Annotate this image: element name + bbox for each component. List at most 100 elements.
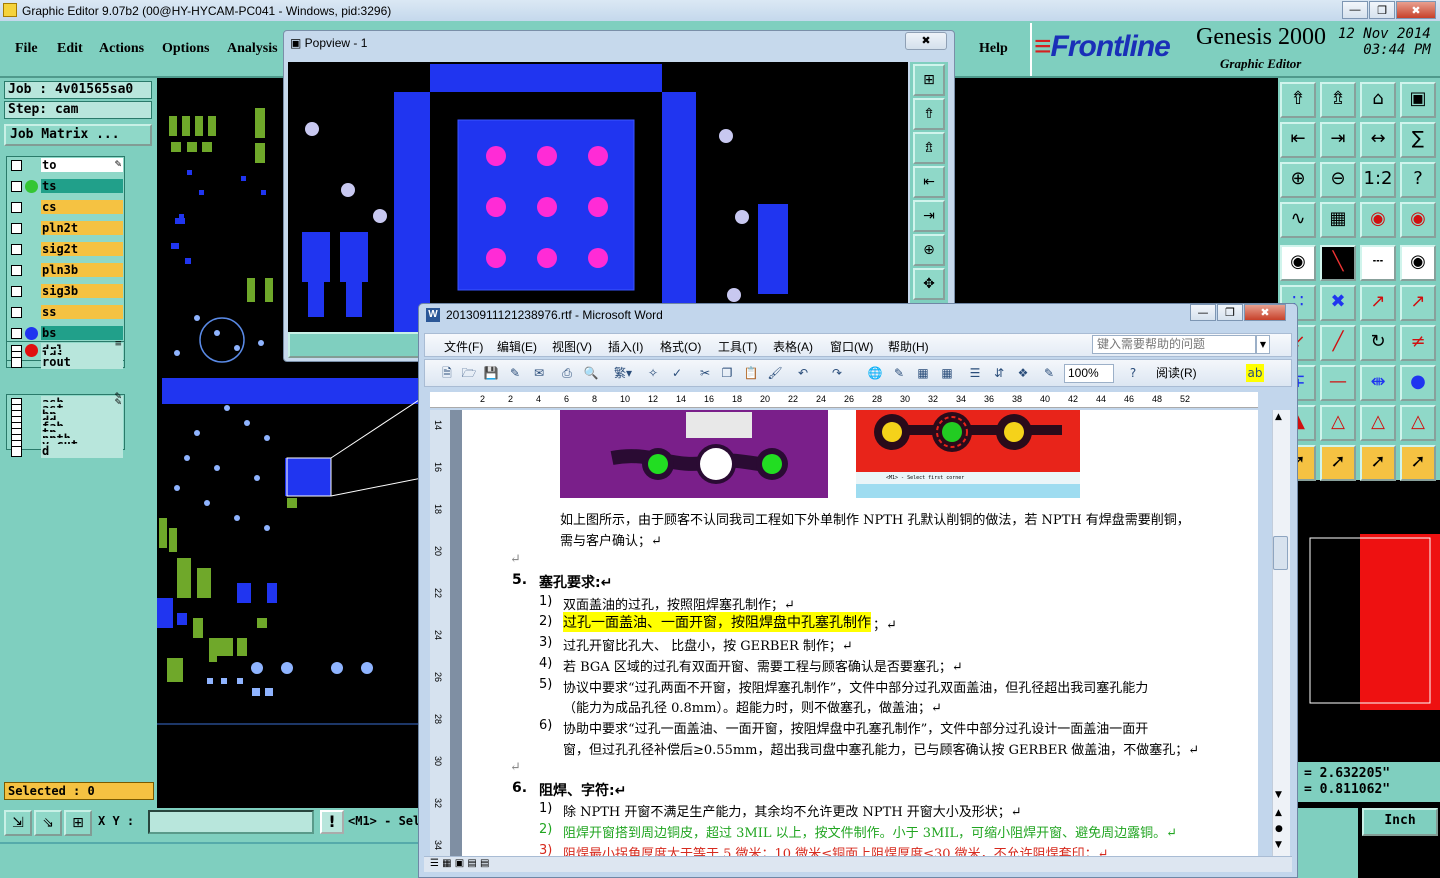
undo-icon[interactable]: ↶ xyxy=(794,364,812,382)
layer-row-ast[interactable]: ast✎ xyxy=(7,398,124,416)
triangle-alt-icon[interactable]: △ xyxy=(1360,405,1396,441)
connect-alt-icon[interactable]: ↗ xyxy=(1400,285,1436,321)
layer-checkbox[interactable] xyxy=(11,357,22,368)
connect-icon[interactable]: ↗ xyxy=(1360,285,1396,321)
triangle-blue-icon[interactable]: △ xyxy=(1400,405,1436,441)
word-menu-table[interactable]: 表格(A) xyxy=(773,338,813,355)
doc-map-icon[interactable]: ❖ xyxy=(1014,364,1032,382)
layer-name[interactable]: ts xyxy=(41,179,123,193)
popview-pan-icon[interactable]: ✥ xyxy=(913,268,945,300)
layer-row-pln3b[interactable]: pln3b xyxy=(7,262,124,278)
zoom-area-icon[interactable]: ⇘ xyxy=(34,810,62,836)
word-menu-insert[interactable]: 插入(I) xyxy=(608,338,643,355)
layer-row-rout[interactable]: rout xyxy=(7,354,124,369)
format-painter-icon[interactable]: 🖌 xyxy=(766,364,784,382)
slash-icon[interactable]: ╱ xyxy=(1320,325,1356,361)
menu-options[interactable]: Options xyxy=(162,41,209,57)
document-page[interactable]: <M1> - Select first corner 如上图所示，由于顾客不认同… xyxy=(462,410,1258,856)
grid-icon[interactable]: ⊞ xyxy=(64,810,92,836)
zoom-select[interactable]: 100% xyxy=(1064,364,1114,383)
popview-close-button[interactable]: ✖ xyxy=(905,32,947,50)
trad-chinese-icon[interactable]: 繁▾ xyxy=(610,364,636,382)
word-menu-file[interactable]: 文件(F) xyxy=(444,338,483,355)
menu-help[interactable]: Help xyxy=(979,41,1008,57)
zoom-out-icon[interactable]: ⊖ xyxy=(1320,162,1356,198)
copy-icon[interactable]: ❐ xyxy=(718,364,736,382)
layer-row-v-cut[interactable]: v-cut xyxy=(7,437,124,452)
research-icon[interactable]: ✧ xyxy=(644,364,662,382)
xy-input[interactable] xyxy=(148,810,314,834)
popview-zoom-icon[interactable]: ⊞ xyxy=(913,64,945,96)
horizontal-ruler[interactable]: 2 2 4 6 8 10 12 14 16 18 20 22 24 26 28 30 32 34 36 38 40 42 4… xyxy=(430,392,1258,408)
save-icon[interactable]: 💾 xyxy=(482,364,500,382)
insert-excel-icon[interactable]: ▦ xyxy=(938,364,956,382)
split-icon[interactable]: ≠ xyxy=(1400,325,1436,361)
layer-row-bs[interactable]: bs xyxy=(7,325,124,341)
shapes-icon[interactable]: ● xyxy=(1400,365,1436,401)
tables-borders-icon[interactable]: ✎ xyxy=(890,364,908,382)
net-red-alt-icon[interactable]: ◉ xyxy=(1400,202,1436,238)
chevron-down-icon[interactable]: ▼ xyxy=(1256,335,1270,354)
layer-checkbox[interactable] xyxy=(11,244,22,255)
scrollbar-thumb[interactable] xyxy=(1273,536,1288,570)
popview-left-icon[interactable]: ⇤ xyxy=(913,166,945,198)
layer-row-dd[interactable]: dd xyxy=(7,413,124,428)
line-tool-icon[interactable]: ╲ xyxy=(1320,245,1356,281)
select-icon[interactable]: ➚ xyxy=(1320,445,1356,481)
menu-analysis[interactable]: Analysis xyxy=(227,41,278,57)
word-menu-format[interactable]: 格式(O) xyxy=(660,338,701,355)
measure-icon[interactable]: ∿ xyxy=(1280,202,1316,238)
restore-button[interactable]: ❐ xyxy=(1369,1,1395,19)
open-icon[interactable]: 🗁 xyxy=(460,364,478,382)
menu-actions[interactable]: Actions xyxy=(99,41,144,57)
show-hide-icon[interactable]: ✎ xyxy=(1040,364,1058,382)
cut-icon[interactable]: ✂ xyxy=(696,364,714,382)
layer-row-sig2t[interactable]: sig2t xyxy=(7,241,124,257)
bracket-icon[interactable]: ⇼ xyxy=(1360,365,1396,401)
view-buttons-icon[interactable]: ☰ ▦ ▣ ▤ ▤ xyxy=(430,858,489,869)
scroll-up-icon[interactable]: ▲ xyxy=(1275,412,1282,422)
layer-name[interactable]: cs xyxy=(41,200,123,214)
layer-checkbox[interactable] xyxy=(11,307,22,318)
scroll-down-icon[interactable]: ▼ xyxy=(1275,790,1282,800)
read-mode-button[interactable]: 阅读(R) xyxy=(1156,364,1197,381)
new-doc-icon[interactable]: 🗎 xyxy=(438,364,456,382)
zoom-in-icon[interactable]: ⊕ xyxy=(1280,162,1316,198)
layer-checkbox[interactable] xyxy=(11,202,22,213)
layer-row-asb[interactable]: asb✎ xyxy=(7,392,124,410)
columns-icon[interactable]: ☰ xyxy=(966,364,984,382)
word-close-button[interactable]: ✖ xyxy=(1244,304,1286,321)
popview-down-icon[interactable]: ⇯ xyxy=(913,132,945,164)
rotate-icon[interactable]: ↻ xyxy=(1360,325,1396,361)
insert-table-icon[interactable]: ▦ xyxy=(914,364,932,382)
minimize-button[interactable]: — xyxy=(1342,1,1368,19)
layer-name[interactable]: sig3b xyxy=(41,284,123,298)
layer-row-pln2t[interactable]: pln2t xyxy=(7,220,124,236)
layer-row-d[interactable]: d xyxy=(7,443,124,458)
ruler-icon[interactable]: ┄ xyxy=(1360,245,1396,281)
route-icon[interactable]: ➚ xyxy=(1400,445,1436,481)
layer-row-to[interactable]: to ✎ xyxy=(7,157,124,173)
word-menu-tools[interactable]: 工具(T) xyxy=(718,338,757,355)
layer-row-ts[interactable]: ts xyxy=(7,178,124,194)
spelling-icon[interactable]: ✓ xyxy=(668,364,686,382)
menu-file[interactable]: File xyxy=(15,41,38,57)
layer-checkbox[interactable] xyxy=(11,223,22,234)
popview-right-icon[interactable]: ⇥ xyxy=(913,200,945,232)
move-left-icon[interactable]: ⇤ xyxy=(1280,122,1316,158)
layer-row-bp[interactable]: bp xyxy=(7,407,124,422)
layer-row-drl[interactable]: drl≡ xyxy=(7,339,124,357)
popview-fit-icon[interactable]: ⊕ xyxy=(913,234,945,266)
layer-checkbox[interactable] xyxy=(11,446,22,457)
word-menu-edit[interactable]: 编辑(E) xyxy=(497,338,537,355)
hyperlink-icon[interactable]: 🌐 xyxy=(866,364,884,382)
triangle-icon[interactable]: △ xyxy=(1320,405,1356,441)
layer-row-cs[interactable]: cs xyxy=(7,199,124,215)
word-menu-help[interactable]: 帮助(H) xyxy=(888,338,929,355)
circle-tool-icon[interactable]: ◉ xyxy=(1400,245,1436,281)
layer-row-sig3b[interactable]: sig3b xyxy=(7,283,124,299)
layer-checkbox[interactable] xyxy=(11,328,22,339)
zoom-fit-icon[interactable]: ⇲ xyxy=(4,810,32,836)
print-preview-icon[interactable]: 🔍 xyxy=(582,364,600,382)
word-help-search[interactable]: 键入需要帮助的问题 xyxy=(1092,335,1256,354)
